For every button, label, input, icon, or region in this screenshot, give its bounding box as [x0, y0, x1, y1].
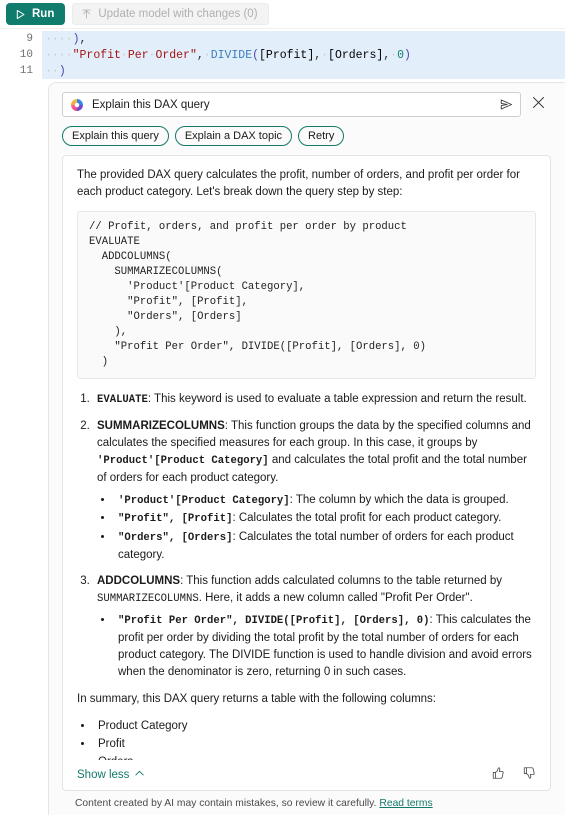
- show-less-button[interactable]: Show less: [77, 768, 145, 782]
- close-copilot-button[interactable]: [525, 92, 551, 117]
- feedback-controls: [491, 766, 536, 785]
- list-item: SUMMARIZECOLUMNS: This function groups t…: [93, 418, 536, 564]
- step-text: : This function adds calculated columns …: [180, 574, 503, 587]
- step-sub-list: "Profit Per Order", DIVIDE([Profit], [Or…: [114, 612, 536, 681]
- step-term: EVALUATE: [97, 394, 148, 407]
- step-term: ADDCOLUMNS: [97, 574, 181, 587]
- suggestion-chips: Explain this query Explain a DAX topic R…: [62, 126, 551, 146]
- step-text: : This keyword is used to evaluate a tab…: [147, 393, 527, 406]
- line-number: 10: [19, 49, 33, 61]
- step-text-tail: . Here, it adds a new column called "Pro…: [198, 591, 473, 604]
- step-term: SUMMARIZECOLUMNS: [97, 420, 225, 433]
- code-line-text[interactable]: ··): [42, 63, 565, 79]
- response-body: The provided DAX query calculates the pr…: [63, 156, 550, 760]
- response-card: The provided DAX query calculates the pr…: [62, 155, 551, 791]
- step-inline-code: 'Product'[Product Category]: [97, 455, 269, 468]
- list-item: EVALUATE: This keyword is used to evalua…: [93, 391, 536, 409]
- close-x-icon: [532, 96, 545, 114]
- copilot-icon: [70, 98, 84, 112]
- upload-arrow-icon: [81, 9, 92, 20]
- line-number: 9: [26, 33, 33, 45]
- run-button-label: Run: [32, 8, 55, 20]
- line-number: 11: [19, 65, 33, 77]
- prompt-input-box[interactable]: Explain this DAX query: [62, 92, 521, 117]
- step-sub-list: 'Product'[Product Category]: The column …: [114, 492, 536, 564]
- sub-text: : The column by which the data is groupe…: [289, 493, 509, 506]
- dax-code-editor[interactable]: 9 ····), 10 ···· "Profit·Per·Order", · DIVI…: [0, 28, 565, 80]
- update-model-label: Update model with changes (0): [98, 8, 258, 20]
- list-item: "Profit Per Order", DIVIDE([Profit], [Or…: [114, 612, 536, 681]
- chip-explain-this-query[interactable]: Explain this query: [62, 126, 169, 146]
- response-card-footer: Show less: [63, 760, 550, 790]
- copilot-panel: Explain this DAX query Explain this quer…: [48, 82, 565, 815]
- show-less-label: Show less: [77, 769, 130, 781]
- editor-toolbar: Run Update model with changes (0): [0, 0, 565, 28]
- list-item: ADDCOLUMNS: This function adds calculate…: [93, 573, 536, 681]
- prompt-row: Explain this DAX query: [62, 92, 551, 117]
- summary-columns-list: Product Category Profit Orders Profit Pe…: [94, 718, 536, 760]
- update-model-button[interactable]: Update model with changes (0): [72, 3, 269, 25]
- list-item: "Orders", [Orders]: Calculates the total…: [114, 529, 536, 564]
- chip-label: Explain this query: [72, 130, 159, 142]
- thumbs-up-icon[interactable]: [491, 766, 505, 785]
- code-row: 9 ····),: [0, 31, 565, 47]
- response-intro: The provided DAX query calculates the pr…: [77, 169, 520, 199]
- sub-text: : Calculates the total profit for each p…: [232, 512, 502, 525]
- code-line-text[interactable]: ····),: [42, 31, 565, 47]
- code-line-text[interactable]: ···· "Profit·Per·Order", · DIVIDE([Profit],…: [42, 47, 565, 63]
- code-row: 11 ··): [0, 63, 565, 79]
- chip-retry[interactable]: Retry: [298, 126, 345, 146]
- thumbs-down-icon[interactable]: [522, 766, 536, 785]
- list-item: Product Category: [94, 718, 536, 735]
- list-item: "Profit", [Profit]: Calculates the total…: [114, 510, 536, 528]
- step-inline-code: SUMMARIZECOLUMNS: [97, 592, 199, 605]
- response-steps-list: EVALUATE: This keyword is used to evalua…: [93, 391, 536, 681]
- ai-disclaimer-text: Content created by AI may contain mistak…: [75, 797, 377, 809]
- sub-code: "Profit Per Order", DIVIDE([Profit], [Or…: [118, 615, 430, 628]
- summary-intro: In summary, this DAX query returns a tab…: [77, 693, 436, 706]
- run-button[interactable]: Run: [6, 3, 66, 25]
- sub-code: "Orders", [Orders]: [118, 532, 233, 545]
- ai-disclaimer: Content created by AI may contain mistak…: [62, 791, 551, 815]
- sub-code: "Profit", [Profit]: [118, 513, 233, 526]
- sub-code: 'Product'[Product Category]: [118, 494, 290, 507]
- read-terms-link[interactable]: Read terms: [379, 798, 432, 809]
- play-triangle-icon: [15, 9, 26, 20]
- chip-explain-a-dax-topic[interactable]: Explain a DAX topic: [174, 126, 293, 146]
- code-row: 10 ···· "Profit·Per·Order", · DIVIDE([Profi…: [0, 47, 565, 63]
- chip-label: Explain a DAX topic: [184, 130, 283, 142]
- response-code-block: // Profit, orders, and profit per order …: [77, 211, 536, 380]
- list-item: 'Product'[Product Category]: The column …: [114, 492, 536, 510]
- list-item: Profit: [94, 736, 536, 753]
- chip-label: Retry: [308, 130, 335, 142]
- chevron-up-icon: [134, 768, 145, 782]
- send-paper-plane-icon[interactable]: [499, 97, 514, 112]
- prompt-input-value[interactable]: Explain this DAX query: [92, 99, 491, 111]
